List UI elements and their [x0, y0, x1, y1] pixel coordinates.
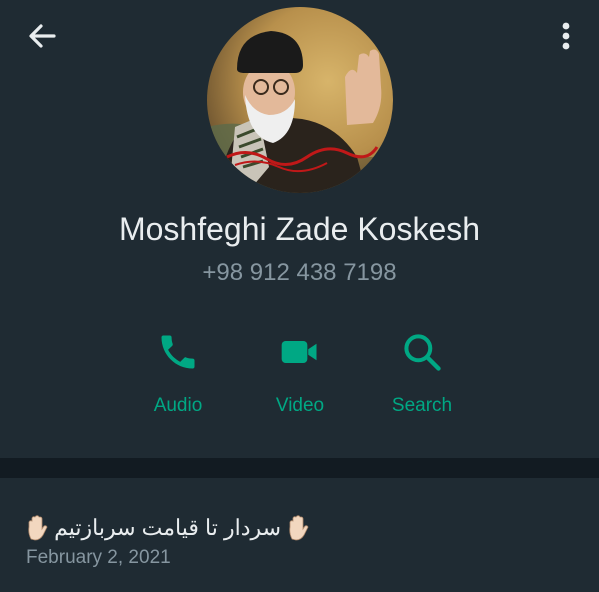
profile-photo[interactable]	[207, 7, 393, 193]
audio-call-label: Audio	[153, 395, 203, 416]
about-status-text: سردار تا قیامت سربازتیم	[54, 515, 282, 541]
raised-hand-icon	[28, 515, 48, 541]
more-options-button[interactable]	[552, 18, 580, 54]
search-icon	[404, 334, 441, 371]
more-vertical-icon	[562, 22, 570, 50]
search-button[interactable]: Search	[362, 330, 482, 418]
phone-icon	[161, 335, 195, 369]
about-date: February 2, 2021	[26, 547, 171, 568]
video-camera-icon	[281, 341, 317, 363]
about-panel: سردار تا قیامت سربازتیم February 2, 2021	[0, 478, 599, 592]
search-label: Search	[391, 395, 453, 416]
contact-header-panel: Moshfeghi Zade Koskesh +98 912 438 7198 …	[0, 0, 599, 458]
back-button[interactable]	[22, 18, 62, 54]
contact-phone-number: +98 912 438 7198	[202, 259, 397, 286]
video-call-button[interactable]: Video	[240, 330, 360, 418]
about-status: سردار تا قیامت سربازتیم	[26, 512, 309, 543]
raised-hand-icon	[289, 515, 309, 541]
profile-photo-image	[207, 7, 393, 193]
audio-call-button[interactable]: Audio	[118, 330, 238, 418]
contact-info-screen: Moshfeghi Zade Koskesh +98 912 438 7198 …	[0, 0, 599, 592]
video-call-label: Video	[275, 395, 325, 416]
arrow-left-icon	[29, 24, 56, 48]
contact-name: Moshfeghi Zade Koskesh	[118, 211, 481, 247]
